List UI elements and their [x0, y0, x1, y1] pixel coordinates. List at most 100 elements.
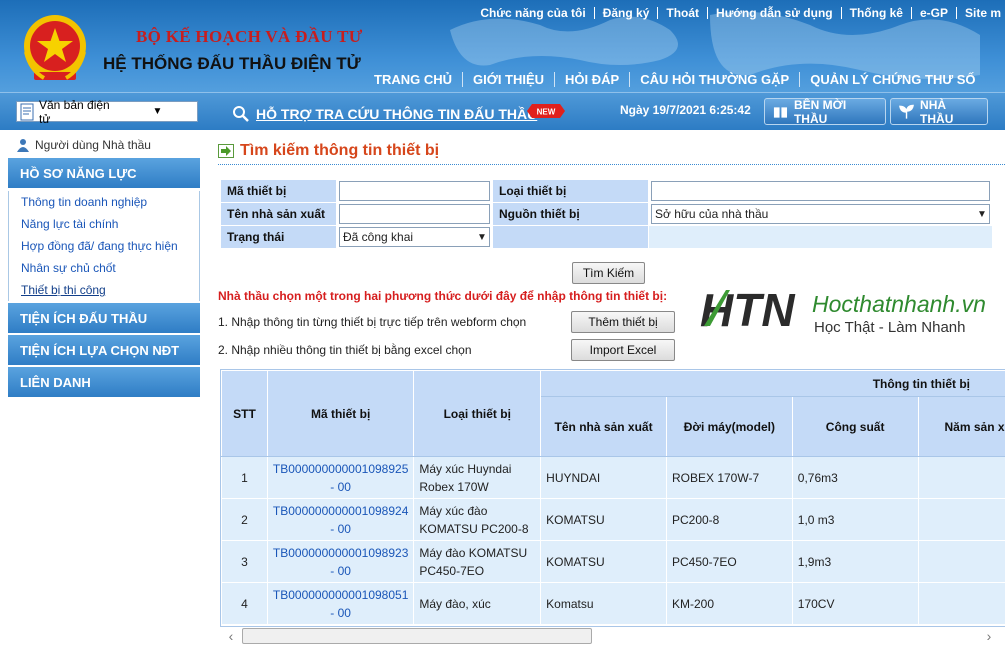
document-icon — [20, 103, 34, 120]
sidebar-item-key-personnel[interactable]: Nhân sự chủ chốt — [8, 257, 200, 279]
main-content: Tìm kiếm thông tin thiết bị Mã thiết bị … — [218, 136, 1005, 649]
add-equipment-button[interactable]: Thêm thiết bị — [571, 311, 675, 333]
sprout-icon — [899, 104, 914, 119]
link-sitemap[interactable]: Site m — [957, 7, 1005, 19]
chevron-down-icon: ▼ — [477, 231, 487, 243]
row-stt: 1 — [221, 456, 268, 499]
row-power: 1,0 m3 — [791, 498, 919, 541]
sidebar-item-financial[interactable]: Năng lực tài chính — [8, 213, 200, 235]
sidebar-item-equipment[interactable]: Thiết bị thi công — [8, 279, 200, 301]
link-my-functions[interactable]: Chức năng của tôi — [472, 7, 595, 19]
hocthatnhanh-watermark-logo: HTN Hocthatnhanh.vn Học Thật - Làm Nhanh — [700, 284, 986, 336]
page-title-text: Tìm kiếm thông tin thiết bị — [240, 142, 440, 159]
row-model: PC450-7EO — [665, 540, 793, 583]
search-button[interactable]: Tìm Kiếm — [572, 262, 645, 284]
table-row: 1 TB000000000001098925 - 00 Máy xúc Huyn… — [221, 456, 1005, 499]
contractor-button[interactable]: NHÀ THẦU — [890, 98, 988, 126]
equipment-source-label: Nguồn thiết bị — [492, 202, 649, 226]
svg-text:Học Thật - Làm Nhanh: Học Thật - Làm Nhanh — [814, 319, 965, 336]
manufacturer-label: Tên nhà sản xuất — [220, 202, 337, 226]
instruction-text: Nhà thầu chọn một trong hai phương thức … — [218, 289, 668, 303]
equipment-type-input[interactable] — [651, 181, 990, 201]
col-power: Công suất — [791, 396, 919, 457]
sidebar-section-capability[interactable]: HỒ SƠ NĂNG LỰC — [8, 158, 200, 188]
equipment-type-label: Loại thiết bị — [492, 179, 649, 203]
row-equipment-type: Máy xúc đào KOMATSU PC200-8 — [413, 498, 542, 541]
top-links: Chức năng của tôi Đăng ký Thoát Hướng dẫ… — [472, 5, 1005, 21]
row-year — [917, 456, 1005, 499]
row-equipment-code-link[interactable]: TB000000000001098924 - 00 — [266, 498, 415, 541]
page-title: Tìm kiếm thông tin thiết bị — [218, 142, 439, 160]
row-equipment-code-link[interactable]: TB000000000001098923 - 00 — [266, 540, 415, 583]
nav-faq[interactable]: CÂU HỎI THƯỜNG GẶP — [630, 72, 801, 87]
row-model: ROBEX 170W-7 — [665, 456, 793, 499]
arrow-right-icon — [218, 144, 234, 158]
col-equipment-type: Loại thiết bị — [413, 370, 542, 457]
equipment-table-container[interactable]: STT Mã thiết bị Loại thiết bị Thông tin … — [220, 369, 1005, 627]
support-search-link[interactable]: HỖ TRỢ TRA CỨU THÔNG TIN ĐẤU THẦU — [232, 105, 537, 123]
bid-inviter-label: BÊN MỜI THẦU — [793, 97, 847, 126]
scrollbar-thumb[interactable] — [242, 628, 592, 644]
sidebar-section-joint-venture[interactable]: LIÊN DANH — [8, 367, 200, 397]
link-egp[interactable]: e-GP — [912, 7, 957, 19]
status-select[interactable]: Đã công khai ▼ — [339, 227, 490, 247]
status-value: Đã công khai — [343, 230, 414, 244]
link-user-guide[interactable]: Hướng dẫn sử dụng — [708, 7, 842, 19]
new-badge-icon: NEW — [527, 104, 565, 118]
nav-cert-management[interactable]: QUẢN LÝ CHỨNG THƯ SỐ — [800, 72, 985, 87]
sidebar-item-contracts[interactable]: Hợp đồng đã/ đang thực hiện — [8, 235, 200, 257]
manufacturer-input[interactable] — [339, 204, 490, 224]
form-empty-cell — [492, 225, 649, 249]
import-excel-button[interactable]: Import Excel — [571, 339, 675, 361]
equipment-code-label: Mã thiết bị — [220, 179, 337, 203]
row-manufacturer: KOMATSU — [540, 498, 667, 541]
equipment-code-input[interactable] — [339, 181, 490, 201]
equipment-source-value: Sở hữu của nhà thầu — [655, 207, 769, 221]
link-statistics[interactable]: Thống kê — [842, 7, 912, 19]
current-user: Người dùng Nhà thầu — [8, 134, 200, 156]
nav-about[interactable]: GIỚI THIỆU — [463, 72, 556, 87]
nav-home[interactable]: TRANG CHỦ — [364, 72, 463, 87]
equipment-table: STT Mã thiết bị Loại thiết bị Thông tin … — [221, 370, 1005, 625]
row-model: PC200-8 — [665, 498, 793, 541]
row-equipment-code-link[interactable]: TB000000000001098925 - 00 — [266, 456, 415, 499]
current-user-label: Người dùng Nhà thầu — [35, 138, 151, 152]
svg-text:NEW: NEW — [537, 108, 556, 117]
row-equipment-type: Máy đào, xúc — [413, 582, 542, 625]
row-stt: 4 — [221, 582, 268, 625]
sidebar-item-company-info[interactable]: Thông tin doanh nghiệp — [8, 191, 200, 213]
main-nav: TRANG CHỦ GIỚI THIỆU HỎI ĐÁP CÂU HỎI THƯ… — [364, 72, 986, 87]
svg-text:Hocthatnhanh.vn: Hocthatnhanh.vn — [812, 291, 986, 317]
link-register[interactable]: Đăng ký — [595, 7, 659, 19]
bid-inviter-button[interactable]: BÊN MỜI THẦU — [764, 97, 886, 126]
current-datetime: Ngày 19/7/2021 6:25:42 — [620, 103, 751, 117]
row-year — [917, 498, 1005, 541]
row-year — [917, 540, 1005, 583]
support-search-label: HỖ TRỢ TRA CỨU THÔNG TIN ĐẤU THẦU — [256, 106, 538, 122]
row-equipment-code-link[interactable]: TB000000000001098051 - 00 — [266, 582, 415, 625]
sidebar: Người dùng Nhà thầu HỒ SƠ NĂNG LỰC Thông… — [8, 134, 200, 397]
col-manufacturer: Tên nhà sản xuất — [540, 396, 667, 457]
user-icon — [17, 139, 29, 152]
nav-qa[interactable]: HỎI ĐÁP — [555, 72, 631, 87]
option-webform-text: 1. Nhập thông tin từng thiết bị trực tiế… — [218, 315, 527, 329]
document-type-select[interactable]: Văn bản điện tử ▼ — [16, 98, 198, 126]
horizontal-scrollbar[interactable]: ‹ › — [220, 627, 1000, 645]
row-manufacturer: KOMATSU — [540, 540, 667, 583]
table-row: 3 TB000000000001098923 - 00 Máy đào KOMA… — [221, 540, 1005, 583]
col-stt: STT — [221, 370, 268, 457]
sidebar-section-investor-tools[interactable]: TIỆN ÍCH LỰA CHỌN NĐT — [8, 335, 200, 365]
scroll-left-icon[interactable]: ‹ — [220, 628, 242, 644]
scroll-right-icon[interactable]: › — [978, 628, 1000, 644]
equipment-source-select[interactable]: Sở hữu của nhà thầu ▼ — [651, 204, 990, 224]
link-logout[interactable]: Thoát — [658, 7, 709, 19]
ministry-name: BỘ KẾ HOẠCH VÀ ĐẦU TƯ — [136, 27, 363, 46]
title-divider — [218, 164, 1005, 165]
chevron-down-icon: ▼ — [152, 106, 163, 117]
row-equipment-type: Máy xúc Huyndai Robex 170W — [413, 456, 542, 499]
col-group-equipment-info: Thông tin thiết bị — [540, 370, 1005, 397]
sidebar-section-bidding-tools[interactable]: TIỆN ÍCH ĐẤU THẦU — [8, 303, 200, 333]
row-manufacturer: HUYNDAI — [540, 456, 667, 499]
national-emblem-icon — [24, 15, 86, 80]
option-excel-text: 2. Nhập nhiều thông tin thiết bị bằng ex… — [218, 343, 472, 357]
